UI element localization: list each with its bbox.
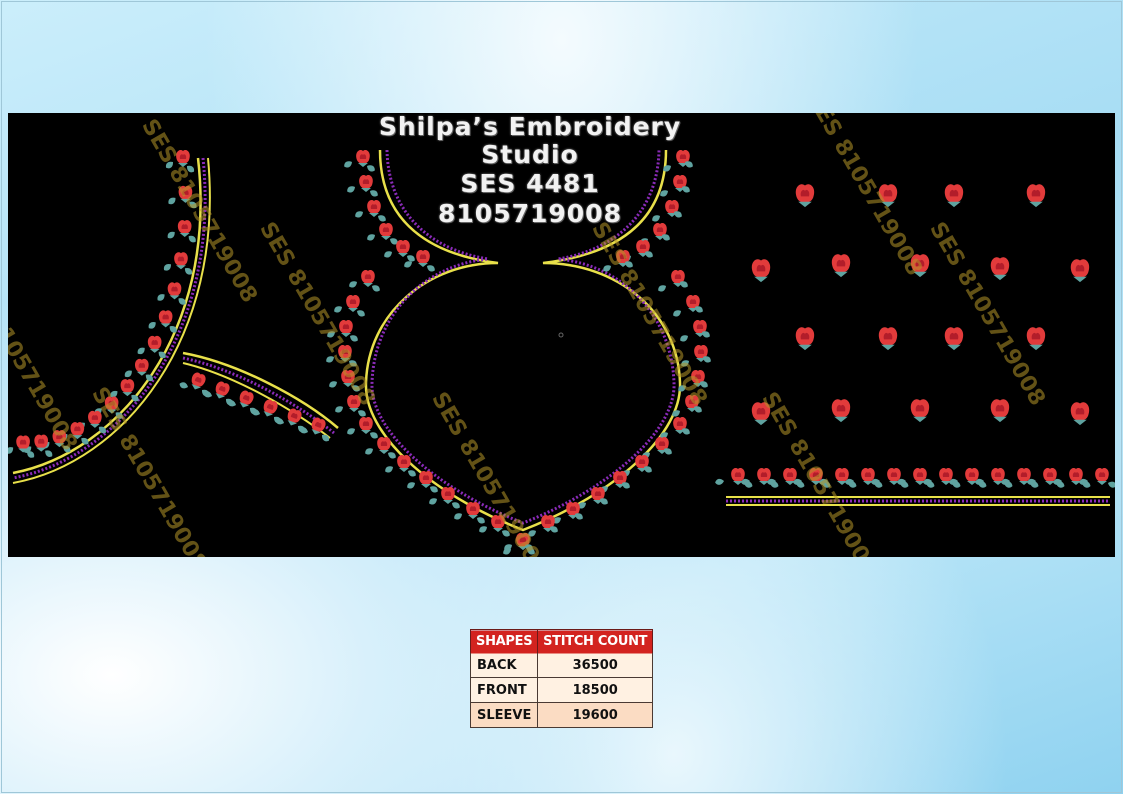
flower-motif bbox=[1095, 468, 1109, 485]
flower-motif bbox=[177, 220, 192, 238]
leaf-motif bbox=[186, 233, 198, 245]
leaf-motif bbox=[43, 448, 55, 459]
flower-motif bbox=[158, 310, 173, 328]
flower-motif bbox=[236, 389, 256, 410]
stitch-count-table: SHAPES STITCH COUNT BACK 36500 FRONT 185… bbox=[469, 628, 653, 728]
stitch-count-cell: 19600 bbox=[537, 702, 653, 728]
leaf-motif bbox=[386, 450, 398, 461]
leaf-motif bbox=[383, 464, 395, 475]
flower-motif bbox=[1070, 402, 1090, 426]
leaf-motif bbox=[365, 232, 377, 243]
leaf-motif bbox=[1106, 480, 1115, 489]
leaf-motif bbox=[678, 333, 690, 344]
flower-motif bbox=[359, 417, 373, 434]
table-row: FRONT 18500 bbox=[469, 677, 653, 703]
leaf-motif bbox=[370, 283, 382, 294]
leaf-motif bbox=[333, 404, 345, 415]
flower-motif bbox=[346, 295, 360, 312]
table-row: BACK 36500 bbox=[469, 652, 653, 678]
flower-motif bbox=[944, 184, 964, 208]
embroidery-design-panel: Shilpa’s Embroidery Studio SES 4481 8105… bbox=[8, 113, 1115, 557]
flower-motif bbox=[944, 327, 964, 351]
table-row: SLEEVE 19600 bbox=[469, 702, 653, 728]
flower-motif bbox=[831, 254, 851, 278]
leaf-motif bbox=[348, 333, 360, 344]
leaf-motif bbox=[671, 308, 683, 319]
flower-motif bbox=[135, 358, 149, 376]
flower-motif bbox=[1026, 327, 1046, 351]
flower-motif bbox=[878, 327, 898, 351]
stitch-count-cell: 18500 bbox=[537, 677, 653, 703]
flower-motif bbox=[416, 250, 430, 267]
column-header-shapes: SHAPES bbox=[469, 628, 539, 654]
leaf-motif bbox=[475, 515, 487, 526]
leaf-motif bbox=[355, 308, 367, 319]
leaf-motif bbox=[123, 368, 134, 379]
leaf-motif bbox=[368, 430, 380, 441]
flower-motif bbox=[167, 282, 182, 300]
leaf-motif bbox=[8, 445, 16, 456]
leaf-motif bbox=[135, 345, 147, 356]
flower-motif bbox=[795, 327, 815, 351]
leaf-motif bbox=[656, 283, 668, 294]
leaf-motif bbox=[425, 263, 437, 274]
leaf-motif bbox=[162, 261, 173, 273]
center-marker bbox=[558, 332, 564, 338]
sleeve-border-pattern bbox=[726, 496, 1110, 506]
flower-motif bbox=[795, 184, 815, 208]
shape-cell: FRONT bbox=[469, 677, 539, 703]
flower-motif bbox=[1070, 259, 1090, 283]
shape-cell: BACK bbox=[469, 652, 539, 678]
flower-motif bbox=[212, 380, 232, 401]
flower-motif bbox=[397, 455, 411, 472]
flower-motif bbox=[147, 335, 162, 353]
flower-motif bbox=[34, 434, 49, 452]
leaf-motif bbox=[347, 279, 359, 290]
flower-motif bbox=[990, 257, 1010, 281]
leaf-motif bbox=[155, 292, 167, 303]
leaf-motif bbox=[406, 468, 418, 479]
column-header-stitch-count: STITCH COUNT bbox=[537, 628, 653, 654]
leaf-motif bbox=[452, 511, 464, 522]
design-code: SES 4481 bbox=[460, 169, 600, 198]
table-header-row: SHAPES STITCH COUNT bbox=[469, 628, 653, 654]
leaf-motif bbox=[178, 381, 190, 390]
flower-motif bbox=[910, 399, 930, 423]
studio-header: Shilpa’s Embroidery Studio SES 4481 8105… bbox=[330, 113, 730, 229]
leaf-motif bbox=[146, 320, 158, 331]
flower-motif bbox=[990, 399, 1010, 423]
flower-motif bbox=[419, 471, 433, 488]
leaf-motif bbox=[345, 426, 357, 437]
flower-motif bbox=[466, 502, 480, 519]
flower-motif bbox=[441, 487, 455, 504]
studio-phone: 8105719008 bbox=[438, 199, 622, 228]
shape-cell: SLEEVE bbox=[469, 702, 539, 728]
leaf-motif bbox=[363, 446, 375, 457]
flower-motif bbox=[831, 399, 851, 423]
flower-motif bbox=[188, 371, 208, 392]
flower-motif bbox=[377, 437, 391, 454]
studio-name: Shilpa’s Embroidery Studio bbox=[378, 113, 682, 169]
flower-motif bbox=[361, 270, 375, 287]
stitch-count-cell: 36500 bbox=[537, 652, 653, 678]
leaf-motif bbox=[382, 249, 394, 260]
flower-motif bbox=[174, 252, 188, 270]
leaf-motif bbox=[450, 500, 462, 511]
leaf-motif bbox=[332, 304, 344, 315]
flower-motif bbox=[751, 259, 771, 283]
flower-motif bbox=[396, 240, 410, 257]
leaf-motif bbox=[477, 524, 489, 535]
flower-motif bbox=[1026, 184, 1046, 208]
leaf-motif bbox=[714, 478, 725, 486]
leaf-motif bbox=[327, 379, 339, 390]
flower-motif bbox=[120, 379, 135, 397]
leaf-motif bbox=[405, 480, 417, 491]
leaf-motif bbox=[427, 496, 439, 507]
leaf-motif bbox=[165, 229, 177, 241]
